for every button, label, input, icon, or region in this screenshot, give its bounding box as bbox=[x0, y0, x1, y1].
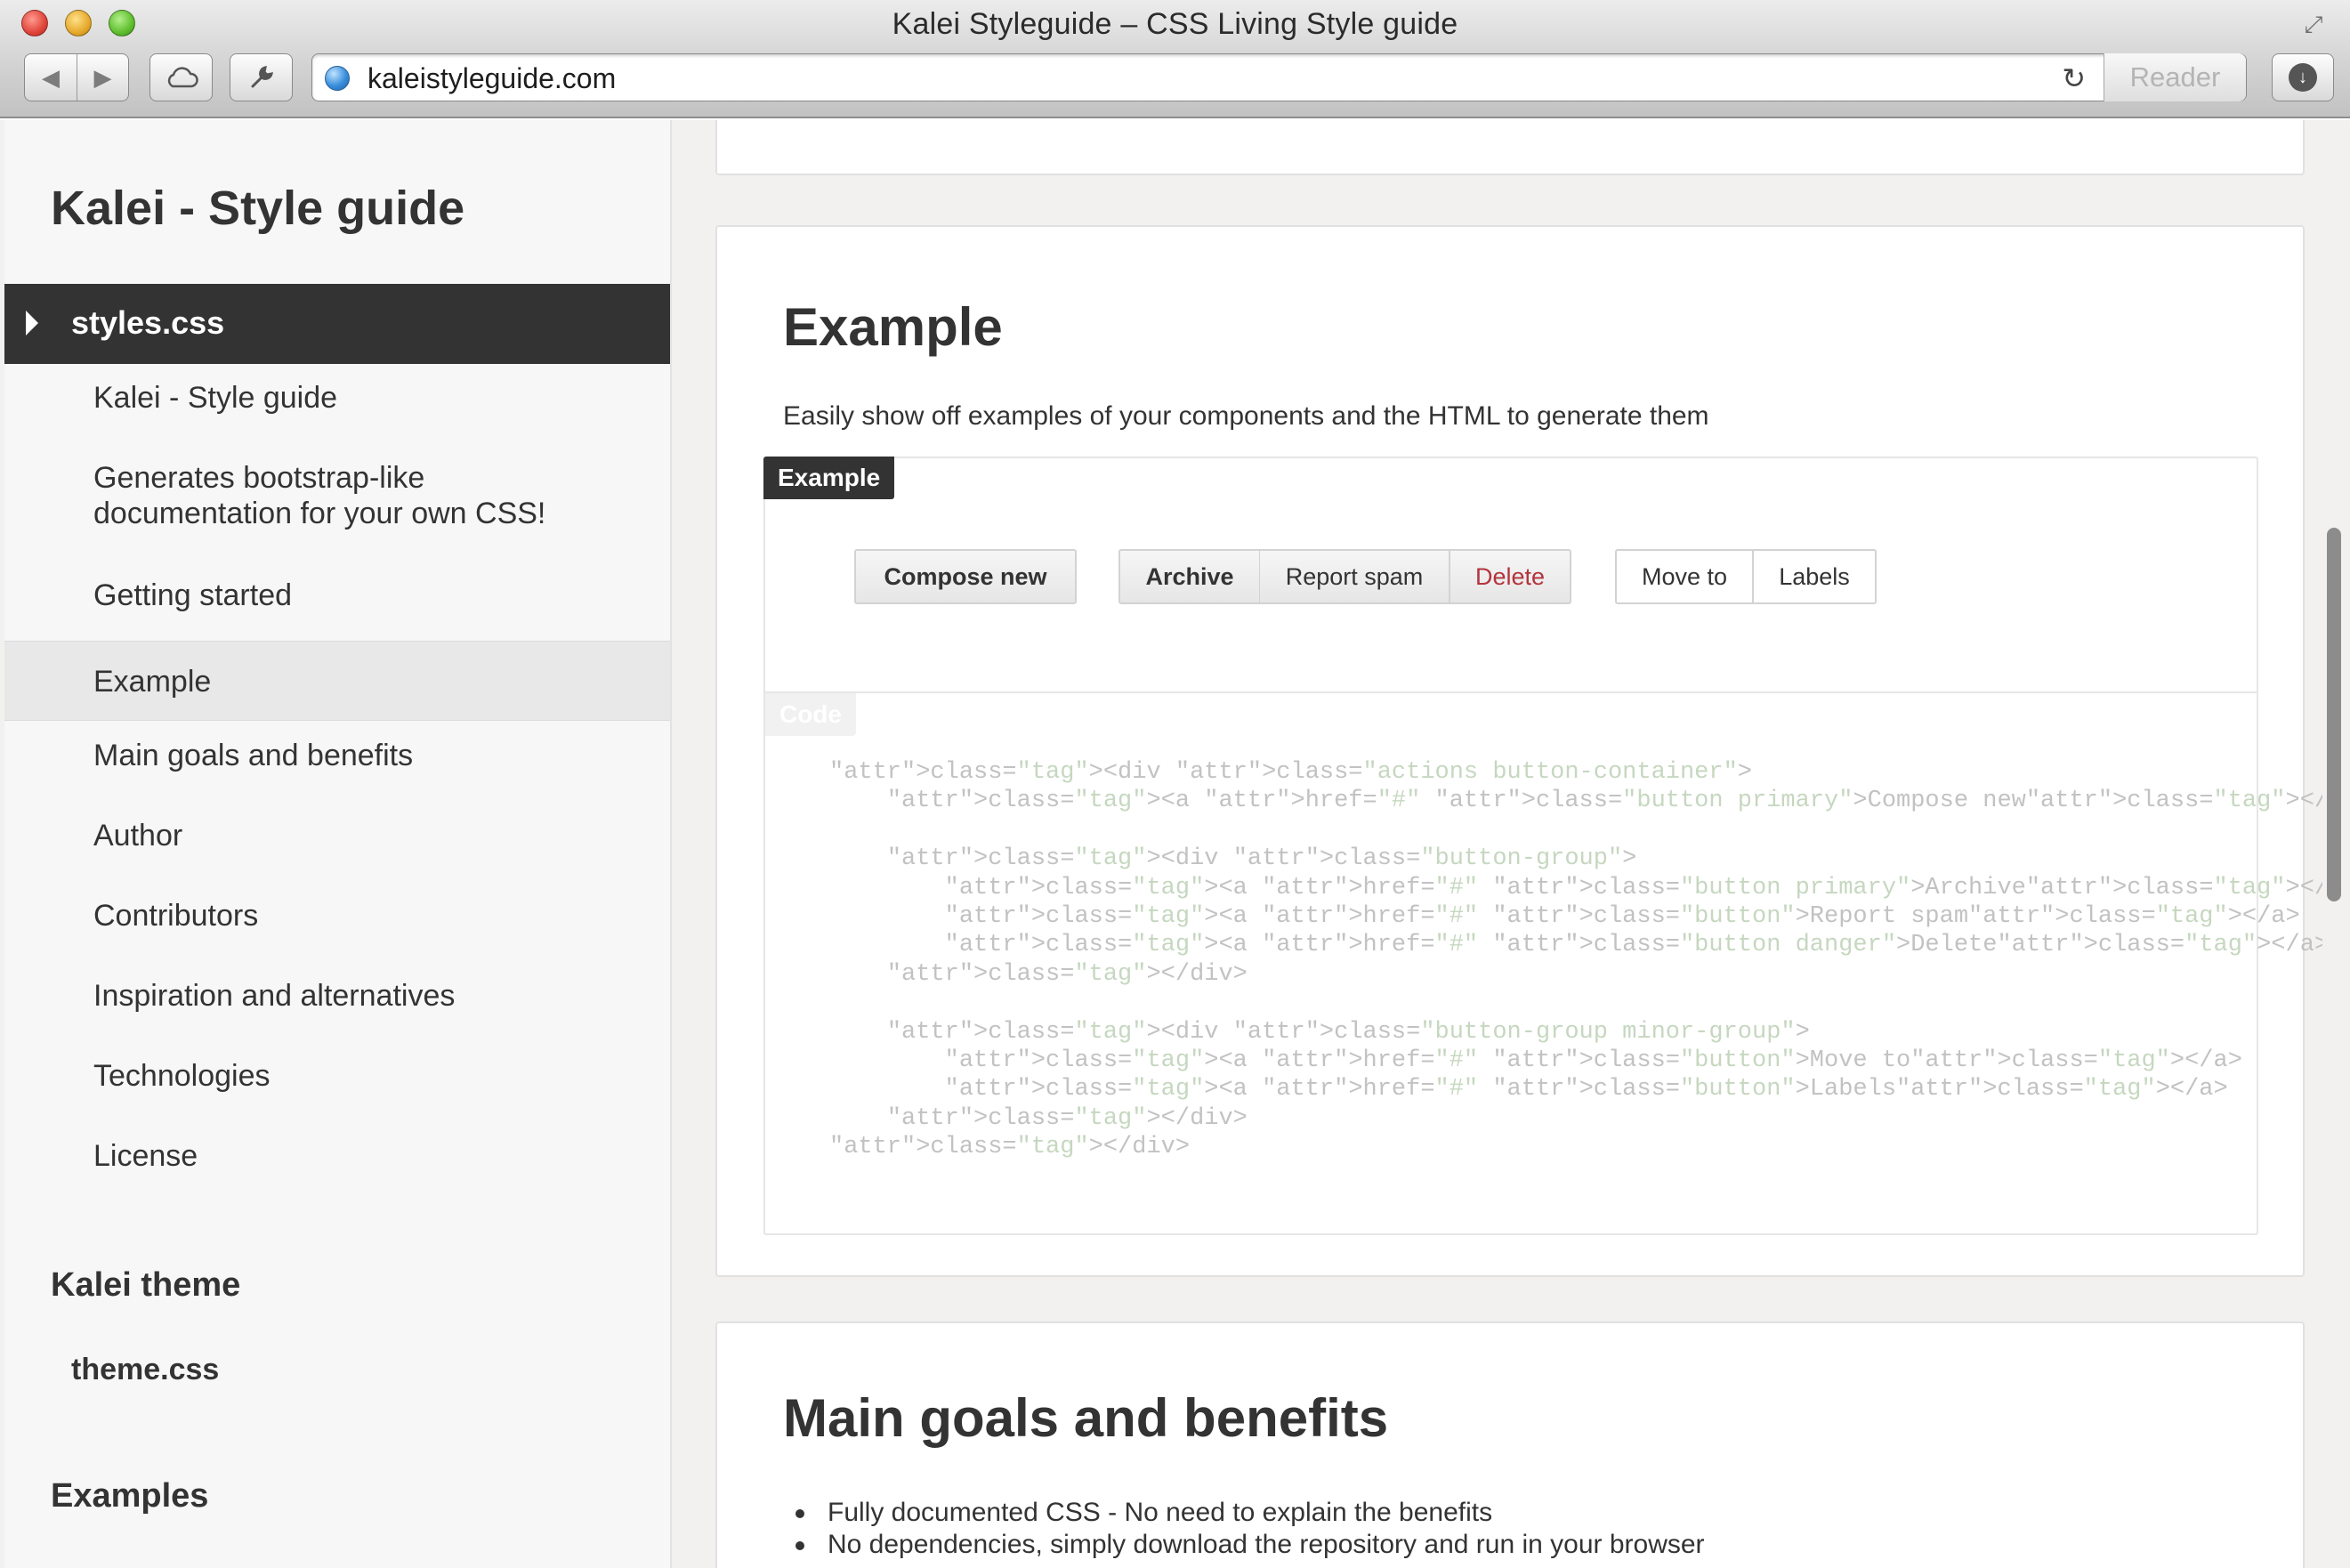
address-url[interactable]: kaleistyleguide.com bbox=[367, 62, 616, 95]
sidebar-item-contributors[interactable]: Contributors bbox=[4, 898, 670, 934]
main-content: Example Easily show off examples of your… bbox=[676, 120, 2322, 1568]
move-to-button[interactable]: Move to bbox=[1615, 549, 1754, 604]
icloud-tabs-button[interactable] bbox=[149, 53, 213, 101]
example-heading: Example bbox=[783, 297, 1003, 357]
sidebar: Kalei - Style guide styles.css Kalei - S… bbox=[4, 120, 672, 1568]
back-arrow-icon[interactable]: ◀ bbox=[25, 54, 77, 101]
example-description: Easily show off examples of your compone… bbox=[783, 401, 1709, 431]
sidebar-file-styles-css[interactable]: styles.css bbox=[4, 284, 670, 364]
window-title: Kalei Styleguide – CSS Living Style guid… bbox=[892, 7, 1458, 41]
code-line: "attr">class="tag"></div> bbox=[886, 1104, 1248, 1132]
sidebar-file-label: styles.css bbox=[71, 304, 225, 341]
goals-list-item: Fully documented CSS - No need to explai… bbox=[783, 1497, 1705, 1529]
code-line: "attr">class="tag"><a "attr">href="#" "a… bbox=[944, 903, 2300, 931]
archive-button[interactable]: Archive bbox=[1118, 549, 1261, 604]
sidebar-heading-kalei-theme: Kalei theme bbox=[51, 1266, 241, 1304]
code-line: "attr">class="tag"><a "attr">href="#" "a… bbox=[944, 874, 2322, 901]
globe-icon bbox=[325, 66, 350, 91]
compose-new-button[interactable]: Compose new bbox=[854, 549, 1077, 604]
sidebar-item-inspiration[interactable]: Inspiration and alternatives bbox=[4, 978, 670, 1014]
develop-tools-button[interactable] bbox=[230, 53, 293, 101]
sidebar-heading-examples: Examples bbox=[51, 1477, 209, 1515]
sidebar-file-theme-css[interactable]: theme.css bbox=[71, 1353, 219, 1387]
previous-section-card bbox=[715, 120, 2305, 175]
download-icon: ↓ bbox=[2289, 63, 2317, 92]
back-forward-buttons: ◀ ▶ bbox=[24, 53, 129, 101]
sidebar-item-example[interactable]: Example bbox=[4, 641, 670, 721]
code-line: "attr">class="tag"><div "attr">class="bu… bbox=[886, 1018, 1810, 1046]
reader-button[interactable]: Reader bbox=[2104, 53, 2246, 101]
code-line: "attr">class="tag"></div> bbox=[829, 1134, 1191, 1161]
title-bar: Kalei Styleguide – CSS Living Style guid… bbox=[0, 0, 2350, 118]
wrench-icon bbox=[251, 66, 273, 88]
code-tag: Code bbox=[765, 693, 856, 736]
sidebar-item-main-goals[interactable]: Main goals and benefits bbox=[4, 738, 670, 773]
sidebar-item-generates-docs[interactable]: Generates bootstrap-like documentation f… bbox=[4, 460, 670, 531]
goals-list: Fully documented CSS - No need to explai… bbox=[783, 1497, 1705, 1561]
browser-window: Kalei Styleguide – CSS Living Style guid… bbox=[0, 0, 2350, 1568]
code-line: "attr">class="tag"><a "attr">href="#" "a… bbox=[944, 932, 2322, 959]
sidebar-title: Kalei - Style guide bbox=[51, 182, 465, 235]
report-spam-button[interactable]: Report spam bbox=[1259, 549, 1450, 604]
code-line: "attr">class="tag"><div "attr">class="bu… bbox=[886, 845, 1637, 873]
sidebar-item-technologies[interactable]: Technologies bbox=[4, 1058, 670, 1094]
sidebar-item-getting-started[interactable]: Getting started bbox=[4, 578, 670, 613]
code-line: "attr">class="tag"><a "attr">href="#" "a… bbox=[944, 1076, 2228, 1103]
example-box: Example Compose new Archive Report spam … bbox=[763, 457, 2322, 1235]
address-bar[interactable]: kaleistyleguide.com ↻ Reader bbox=[311, 53, 2247, 101]
code-line: "attr">class="tag"><a "attr">href="#" "a… bbox=[944, 1047, 2242, 1075]
reload-icon[interactable]: ↻ bbox=[2062, 61, 2086, 95]
cloud-icon bbox=[167, 67, 198, 88]
sidebar-item-kalei-style-guide[interactable]: Kalei - Style guide bbox=[4, 380, 670, 416]
caret-right-icon bbox=[26, 311, 38, 335]
sidebar-item-license[interactable]: License bbox=[4, 1138, 670, 1174]
example-tag: Example bbox=[763, 457, 895, 499]
labels-button[interactable]: Labels bbox=[1752, 549, 1877, 604]
vertical-scrollbar[interactable] bbox=[2327, 528, 2341, 901]
goals-section-card: Main goals and benefits Fully documented… bbox=[715, 1321, 2305, 1568]
code-line: "attr">class="tag"><a "attr">href="#" "a… bbox=[886, 788, 2322, 815]
sidebar-item-author[interactable]: Author bbox=[4, 818, 670, 853]
page-viewport: Kalei - Style guide styles.css Kalei - S… bbox=[0, 120, 2350, 1568]
delete-button[interactable]: Delete bbox=[1449, 549, 1571, 604]
forward-arrow-icon[interactable]: ▶ bbox=[77, 54, 128, 101]
goals-heading: Main goals and benefits bbox=[783, 1388, 1389, 1448]
example-section-card: Example Easily show off examples of your… bbox=[715, 225, 2322, 1277]
code-block: "attr">class="tag"><div "attr">class="ac… bbox=[829, 758, 2322, 1162]
example-code-divider bbox=[765, 691, 2257, 693]
downloads-button[interactable]: ↓ bbox=[2272, 53, 2334, 101]
code-line: "attr">class="tag"><div "attr">class="ac… bbox=[829, 759, 1752, 786]
fullscreen-icon[interactable]: ⤢ bbox=[2300, 11, 2327, 37]
goals-list-item: No dependencies, simply download the rep… bbox=[783, 1529, 1705, 1561]
code-line: "attr">class="tag"></div> bbox=[886, 960, 1248, 988]
